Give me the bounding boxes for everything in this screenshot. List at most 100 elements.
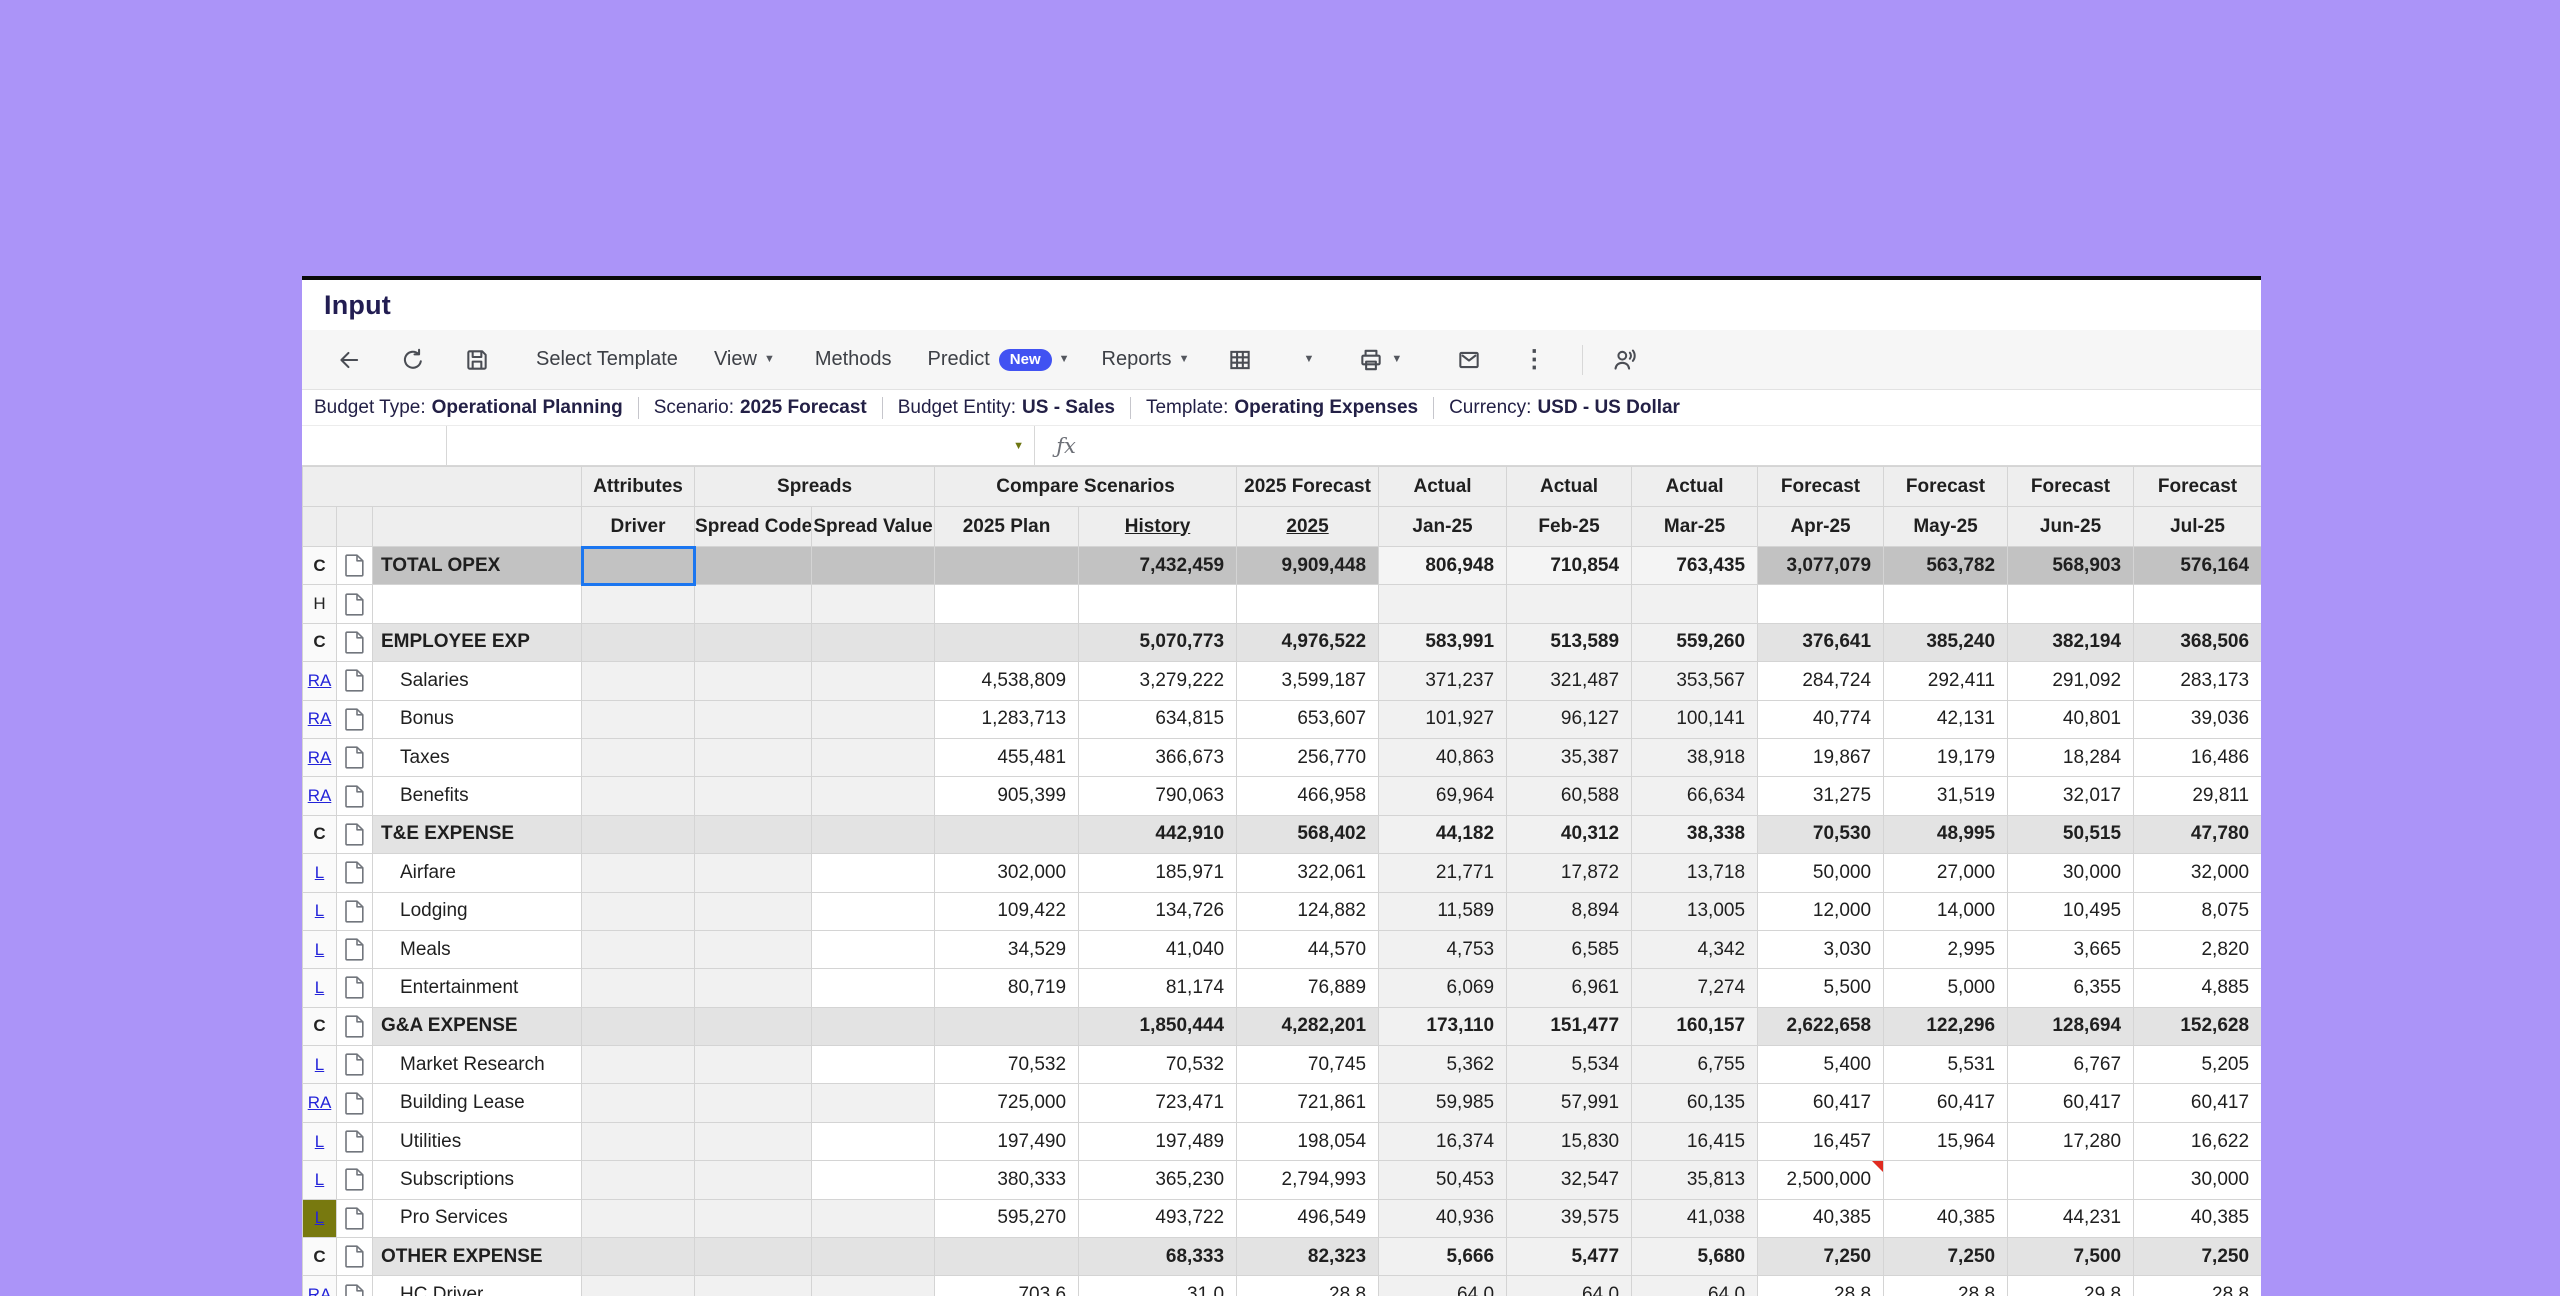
grid-cell[interactable] (812, 1084, 935, 1122)
grid-cell[interactable]: 723,471 (1079, 1084, 1237, 1122)
grid-cell[interactable] (695, 738, 812, 776)
grid-cell[interactable]: 48,995 (1884, 815, 2008, 853)
grid-cell[interactable]: 8,075 (2134, 892, 2261, 930)
grid-cell[interactable]: 70,532 (935, 1046, 1079, 1084)
grid-cell[interactable]: 353,567 (1632, 662, 1758, 700)
grid-cell[interactable]: 34,529 (935, 930, 1079, 968)
grid-cell[interactable] (695, 1122, 812, 1160)
grid-cell[interactable]: 198,054 (1237, 1122, 1379, 1160)
grid-cell[interactable]: 366,673 (1079, 738, 1237, 776)
grid-cell[interactable]: 3,077,079 (1758, 547, 1884, 585)
grid-cell[interactable] (695, 815, 812, 853)
grid-cell[interactable] (695, 662, 812, 700)
grid-cell[interactable]: 496,549 (1237, 1199, 1379, 1237)
grid-cell[interactable]: 28.8 (2134, 1276, 2261, 1296)
grid-cell[interactable]: 29.8 (2008, 1276, 2134, 1296)
grid-cell[interactable] (812, 930, 935, 968)
grid-cell[interactable]: 13,005 (1632, 892, 1758, 930)
grid-cell[interactable]: 28.8 (1237, 1276, 1379, 1296)
grid-cell[interactable]: 12,000 (1758, 892, 1884, 930)
grid-cell[interactable] (812, 547, 935, 585)
grid-cell[interactable] (812, 585, 935, 623)
grid-cell[interactable] (812, 700, 935, 738)
grid-cell[interactable] (582, 969, 695, 1007)
grid-cell[interactable]: 3,599,187 (1237, 662, 1379, 700)
grid-cell[interactable]: 31,275 (1758, 777, 1884, 815)
grid-cell[interactable]: 283,173 (2134, 662, 2261, 700)
grid-cell[interactable]: 1,283,713 (935, 700, 1079, 738)
grid-cell[interactable] (935, 815, 1079, 853)
grid-cell[interactable] (695, 547, 812, 585)
grid-cell[interactable]: 7,500 (2008, 1238, 2134, 1276)
grid-cell[interactable] (2008, 585, 2134, 623)
row-type-cell[interactable]: L (303, 1046, 337, 1084)
grid-cell[interactable]: 2,820 (2134, 930, 2261, 968)
grid-cell[interactable]: 31,519 (1884, 777, 2008, 815)
grid-cell[interactable]: 60,135 (1632, 1084, 1758, 1122)
grid-cell[interactable]: 322,061 (1237, 854, 1379, 892)
cell-note-icon[interactable] (337, 1122, 373, 1160)
row-type-link[interactable]: L (315, 901, 324, 920)
grid-cell[interactable] (812, 662, 935, 700)
grid-cell[interactable]: 28.8 (1758, 1276, 1884, 1296)
grid-cell[interactable]: 50,453 (1379, 1161, 1507, 1199)
row-type-cell[interactable]: RA (303, 1276, 337, 1296)
grid-cell[interactable]: 39,575 (1507, 1199, 1632, 1237)
grid-cell[interactable] (935, 547, 1079, 585)
row-type-link[interactable]: L (315, 940, 324, 959)
grid-cell[interactable]: 905,399 (935, 777, 1079, 815)
grid-cell[interactable]: 6,767 (2008, 1046, 2134, 1084)
grid-cell[interactable]: 100,141 (1632, 700, 1758, 738)
grid-cell[interactable]: 284,724 (1758, 662, 1884, 700)
row-label[interactable]: Entertainment (373, 969, 582, 1007)
grid-cell[interactable] (582, 623, 695, 661)
assistant-button[interactable] (1611, 347, 1639, 373)
grid-cell[interactable] (695, 1161, 812, 1199)
row-label[interactable]: EMPLOYEE EXP (373, 623, 582, 661)
grid-cell[interactable] (695, 1199, 812, 1237)
grid-cell[interactable]: 806,948 (1379, 547, 1507, 585)
cell-note-icon[interactable] (337, 1276, 373, 1296)
row-type-link[interactable]: RA (308, 786, 332, 805)
grid-cell[interactable]: 64.0 (1632, 1276, 1758, 1296)
grid-cell[interactable]: 60,417 (1758, 1084, 1884, 1122)
grid-cell[interactable] (582, 1046, 695, 1084)
grid-cell[interactable] (695, 1084, 812, 1122)
grid-cell[interactable]: 7,432,459 (1079, 547, 1237, 585)
sheet-grid-button[interactable] (1227, 347, 1253, 373)
grid-cell[interactable] (812, 815, 935, 853)
row-type-cell[interactable]: L (303, 1199, 337, 1237)
grid-cell[interactable]: 30,000 (2008, 854, 2134, 892)
email-button[interactable] (1456, 347, 1482, 373)
grid-cell[interactable]: 2,622,658 (1758, 1007, 1884, 1045)
grid-cell[interactable]: 134,726 (1079, 892, 1237, 930)
grid-cell[interactable]: 18,284 (2008, 738, 2134, 776)
grid-cell[interactable]: 39,036 (2134, 700, 2261, 738)
grid-cell[interactable]: 721,861 (1237, 1084, 1379, 1122)
row-type-link[interactable]: L (315, 1208, 324, 1227)
grid-cell[interactable]: 64.0 (1379, 1276, 1507, 1296)
grid-cell[interactable]: 76,889 (1237, 969, 1379, 1007)
grid-cell[interactable]: 173,110 (1379, 1007, 1507, 1045)
row-type-cell[interactable]: L (303, 892, 337, 930)
row-type-cell[interactable]: L (303, 969, 337, 1007)
grid-cell[interactable]: 47,780 (2134, 815, 2261, 853)
grid-cell[interactable] (695, 969, 812, 1007)
cell-note-icon[interactable] (337, 854, 373, 892)
grid-cell[interactable]: 5,534 (1507, 1046, 1632, 1084)
row-label[interactable]: Taxes (373, 738, 582, 776)
formula-input[interactable] (1097, 426, 2261, 465)
grid-cell[interactable] (582, 700, 695, 738)
grid-cell[interactable] (1884, 585, 2008, 623)
grid-cell[interactable]: 41,040 (1079, 930, 1237, 968)
row-label[interactable]: TOTAL OPEX (373, 547, 582, 585)
grid-cell[interactable]: 6,961 (1507, 969, 1632, 1007)
grid-cell[interactable]: 15,964 (1884, 1122, 2008, 1160)
grid-cell[interactable]: 40,863 (1379, 738, 1507, 776)
row-type-cell[interactable]: RA (303, 662, 337, 700)
row-type-cell[interactable]: RA (303, 777, 337, 815)
grid-cell[interactable]: 568,903 (2008, 547, 2134, 585)
grid-cell[interactable]: 40,936 (1379, 1199, 1507, 1237)
grid-cell[interactable]: 197,489 (1079, 1122, 1237, 1160)
row-label[interactable]: Salaries (373, 662, 582, 700)
